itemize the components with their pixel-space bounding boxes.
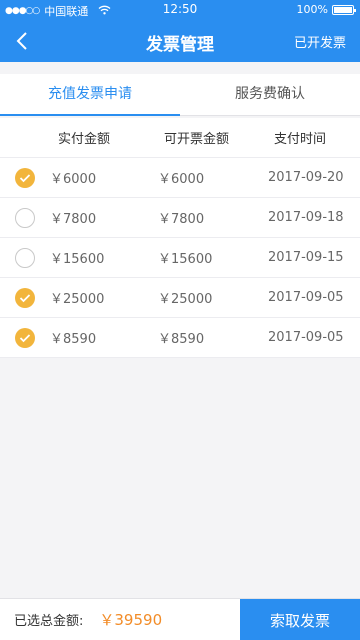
- table-body: ￥6000 ￥6000 2017-09-20 ￥7800 ￥7800 2017-09-18…: [0, 158, 360, 358]
- paid-amount: ￥8590: [50, 332, 97, 347]
- row-checkbox[interactable]: [15, 327, 35, 348]
- table-row[interactable]: ￥15600 ￥15600 2017-09-15: [0, 238, 360, 278]
- check-icon: [19, 333, 31, 342]
- pay-date: 2017-09-18: [268, 210, 344, 225]
- tab-recharge-invoice[interactable]: 充值发票申请: [0, 74, 180, 116]
- request-invoice-button[interactable]: 索取发票: [240, 599, 360, 640]
- row-checkbox[interactable]: [15, 287, 35, 308]
- app-header: ●●●○○ 中国联通 12:50 100% 发票管理 已开发票: [0, 0, 360, 62]
- bottom-bar: 已选总金额: ￥39590 索取发票: [0, 598, 360, 640]
- paid-amount: ￥6000: [50, 172, 97, 187]
- row-checkbox[interactable]: [15, 167, 35, 188]
- invoiceable-amount: ￥15600: [158, 252, 213, 267]
- table-row[interactable]: ￥25000 ￥25000 2017-09-05: [0, 278, 360, 318]
- row-checkbox-cell: [0, 207, 50, 228]
- status-bar: ●●●○○ 中国联通 12:50 100%: [0, 0, 360, 20]
- row-checkbox-cell: [0, 247, 50, 268]
- table-row[interactable]: ￥7800 ￥7800 2017-09-18: [0, 198, 360, 238]
- invoiceable-amount: ￥6000: [158, 172, 205, 187]
- battery-group: 100%: [296, 3, 356, 16]
- invoiceable-amount: ￥8590: [158, 332, 205, 347]
- battery-percent: 100%: [296, 3, 328, 16]
- row-checkbox[interactable]: [15, 247, 35, 268]
- invoiceable-amount: ￥7800: [158, 212, 205, 227]
- pay-date: 2017-09-05: [268, 330, 344, 345]
- invoiceable-amount: ￥25000: [158, 292, 213, 307]
- pay-date: 2017-09-20: [268, 170, 344, 185]
- header-paid-amount: 实付金额: [58, 132, 111, 147]
- row-checkbox[interactable]: [15, 207, 35, 228]
- paid-amount: ￥7800: [50, 212, 97, 227]
- battery-icon: [332, 4, 356, 15]
- pay-date: 2017-09-15: [268, 250, 344, 265]
- invoice-table: 实付金额 可开票金额 支付时间 ￥6000 ￥6000 2017-09-20 ￥780…: [0, 118, 360, 358]
- total-label: 已选总金额:: [14, 614, 84, 629]
- table-row[interactable]: ￥6000 ￥6000 2017-09-20: [0, 158, 360, 198]
- row-checkbox-cell: [0, 327, 50, 348]
- total-group: 已选总金额: ￥39590: [0, 599, 240, 640]
- total-amount: ￥39590: [99, 611, 163, 629]
- check-icon: [19, 293, 31, 302]
- header-pay-time: 支付时间: [274, 132, 327, 147]
- row-checkbox-cell: [0, 167, 50, 188]
- header-invoiceable-amount: 可开票金额: [164, 132, 230, 147]
- check-icon: [19, 173, 31, 182]
- nav-bar: 发票管理 已开发票: [0, 20, 360, 62]
- pay-date: 2017-09-05: [268, 290, 344, 305]
- row-checkbox-cell: [0, 287, 50, 308]
- tab-service-fee-confirm[interactable]: 服务费确认: [180, 74, 360, 115]
- issued-invoices-button[interactable]: 已开发票: [294, 32, 346, 51]
- table-row[interactable]: ￥8590 ￥8590 2017-09-05: [0, 318, 360, 358]
- table-header: 实付金额 可开票金额 支付时间: [0, 118, 360, 158]
- tab-bar: 充值发票申请 服务费确认: [0, 74, 360, 116]
- paid-amount: ￥25000: [50, 292, 105, 307]
- paid-amount: ￥15600: [50, 252, 105, 267]
